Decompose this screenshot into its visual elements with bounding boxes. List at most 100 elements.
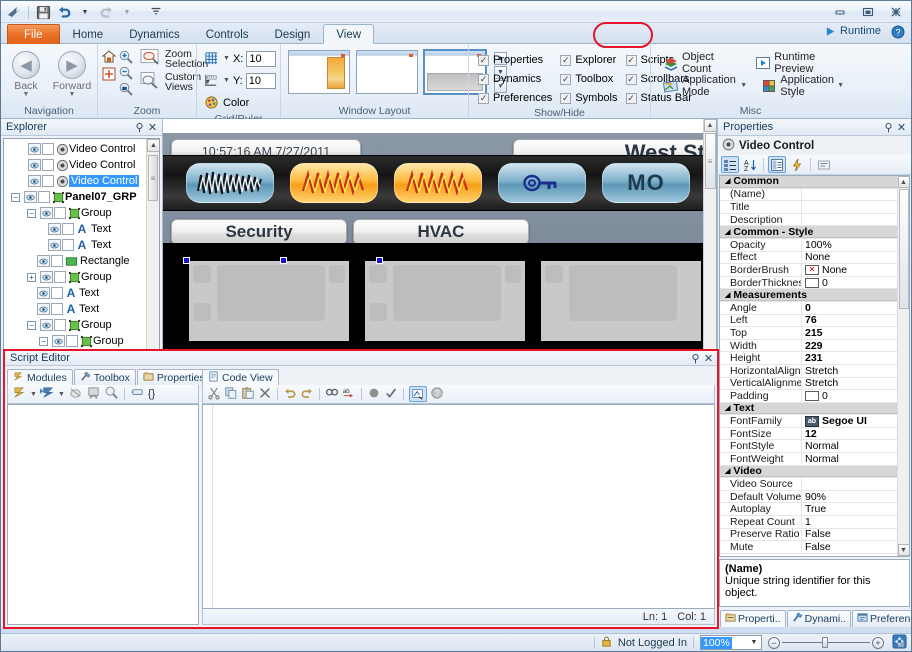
script-editor-pin-button[interactable]: ⚲: [689, 352, 702, 365]
property-row[interactable]: Height231: [720, 352, 909, 365]
save-icon[interactable]: [34, 3, 52, 21]
waveform-button-3[interactable]: [394, 163, 482, 203]
dock-tab-preferences[interactable]: Preferenc..: [852, 610, 912, 627]
waveform-button-2[interactable]: [290, 163, 378, 203]
visibility-icon[interactable]: [48, 239, 61, 251]
zoom-slider[interactable]: − +: [768, 637, 884, 649]
visibility-icon[interactable]: [40, 319, 53, 331]
grid-color-label[interactable]: Color: [223, 97, 249, 109]
property-value[interactable]: 229: [802, 340, 909, 352]
properties-scroll-up-button[interactable]: ▲: [898, 176, 910, 188]
grid-icon[interactable]: [204, 51, 220, 67]
tab-design[interactable]: Design: [262, 24, 324, 44]
resize-gripper[interactable]: ◢: [897, 638, 909, 650]
find-module-button[interactable]: [104, 385, 119, 403]
tab-dynamics[interactable]: Dynamics: [116, 24, 192, 44]
redo-dropdown-icon[interactable]: ▼: [118, 3, 136, 21]
undo-icon[interactable]: [55, 3, 73, 21]
visibility-icon[interactable]: [28, 175, 41, 187]
script-tab-modules[interactable]: Modules: [7, 369, 73, 385]
lock-toggle[interactable]: [54, 271, 66, 283]
zoom-in-icon[interactable]: [118, 49, 134, 65]
delete-button[interactable]: [258, 386, 272, 403]
delete-module-button[interactable]: [68, 385, 83, 403]
visibility-icon[interactable]: [40, 271, 53, 283]
layout-thumb-1[interactable]: [288, 50, 350, 94]
help-button[interactable]: ?: [891, 25, 905, 42]
property-row[interactable]: AutoplayTrue: [720, 503, 909, 516]
tree-expander[interactable]: −: [26, 208, 37, 219]
property-value-container[interactable]: 0: [802, 277, 909, 289]
explorer-close-button[interactable]: ✕: [146, 121, 159, 134]
lock-toggle[interactable]: [62, 223, 74, 235]
tab-view[interactable]: View: [323, 24, 374, 44]
app-logo-icon[interactable]: [5, 3, 23, 21]
tree-scroll-thumb[interactable]: ≡: [148, 155, 158, 201]
waveform-button-1[interactable]: [186, 163, 274, 203]
checkbox-symbols[interactable]: ✓ Symbols: [560, 89, 617, 107]
property-value[interactable]: 215: [802, 327, 909, 339]
application-style-button[interactable]: Application Style ▼: [758, 75, 847, 96]
property-category-row[interactable]: ◢Measurements: [720, 289, 909, 302]
category-expander-icon[interactable]: ◢: [725, 467, 730, 475]
property-row[interactable]: VerticalAlignmeStretch: [720, 378, 909, 391]
property-value[interactable]: None: [802, 252, 909, 264]
property-row[interactable]: Angle0: [720, 302, 909, 315]
property-value[interactable]: 100%: [802, 239, 909, 251]
add-item-button[interactable]: [40, 385, 55, 403]
category-expander-icon[interactable]: ◢: [725, 291, 730, 299]
property-row[interactable]: MuteFalse: [720, 541, 909, 554]
checkbox-explorer[interactable]: ✓ Explorer: [560, 51, 617, 69]
property-value[interactable]: 1: [802, 516, 909, 528]
lock-toggle[interactable]: [42, 175, 54, 187]
braces-button[interactable]: {}: [148, 388, 155, 400]
application-style-dropdown-icon[interactable]: ▼: [837, 82, 844, 89]
property-row[interactable]: Description: [720, 214, 909, 227]
script-tab-code-view[interactable]: Code View: [202, 369, 279, 385]
property-value[interactable]: Stretch: [802, 378, 909, 390]
lock-toggle[interactable]: [38, 191, 50, 203]
visibility-icon[interactable]: [40, 207, 53, 219]
property-value[interactable]: True: [802, 503, 909, 515]
property-value[interactable]: [802, 214, 909, 226]
tab-home[interactable]: Home: [60, 24, 117, 44]
category-expander-icon[interactable]: ◢: [725, 177, 730, 185]
property-row[interactable]: Title: [720, 201, 909, 214]
tree-row[interactable]: A Text: [4, 237, 159, 253]
property-value-container[interactable]: abSegoe UI: [802, 415, 909, 427]
property-category-row[interactable]: ◢Common: [720, 176, 909, 189]
property-row[interactable]: HorizontalAlignrStretch: [720, 365, 909, 378]
references-button[interactable]: [86, 385, 101, 403]
undo-dropdown-icon[interactable]: ▼: [76, 3, 94, 21]
property-row[interactable]: BorderBrush✕None: [720, 264, 909, 277]
script-tab-properties[interactable]: Properties: [137, 369, 211, 385]
category-expander-icon[interactable]: ◢: [725, 228, 730, 236]
zoom-slider-track[interactable]: [782, 642, 870, 643]
code-editor[interactable]: [202, 404, 715, 609]
grid-dropdown-icon[interactable]: ▼: [223, 55, 230, 62]
find-button[interactable]: [325, 386, 339, 403]
section-tab-hvac[interactable]: HVAC: [353, 219, 529, 245]
intellisense-button[interactable]: [409, 386, 427, 402]
new-module-button[interactable]: [12, 385, 27, 403]
layout-thumb-2[interactable]: [356, 50, 418, 94]
grid-x-input[interactable]: [246, 51, 276, 67]
selection-handle[interactable]: [280, 257, 287, 264]
tree-row[interactable]: − Panel07_GRP: [4, 189, 159, 205]
property-row[interactable]: FontSize12: [720, 428, 909, 441]
property-value[interactable]: 231: [802, 352, 909, 364]
tree-row[interactable]: A Text: [4, 221, 159, 237]
category-expander-icon[interactable]: ◢: [725, 404, 730, 412]
property-value[interactable]: Stretch: [802, 365, 909, 377]
properties-grid-scrollbar[interactable]: ▲ ▼: [897, 176, 909, 556]
property-row[interactable]: Default Volume90%: [720, 491, 909, 504]
lock-toggle[interactable]: [54, 207, 66, 219]
ruler-icon[interactable]: [204, 73, 220, 89]
redo-button[interactable]: [300, 386, 314, 403]
new-module-dropdown-icon[interactable]: ▼: [30, 391, 37, 398]
minimize-button[interactable]: [826, 3, 853, 20]
tree-scroll-up-button[interactable]: ▲: [147, 139, 160, 152]
cut-button[interactable]: [207, 386, 221, 403]
zoom-out-icon[interactable]: [118, 65, 134, 81]
property-value[interactable]: [802, 189, 909, 201]
